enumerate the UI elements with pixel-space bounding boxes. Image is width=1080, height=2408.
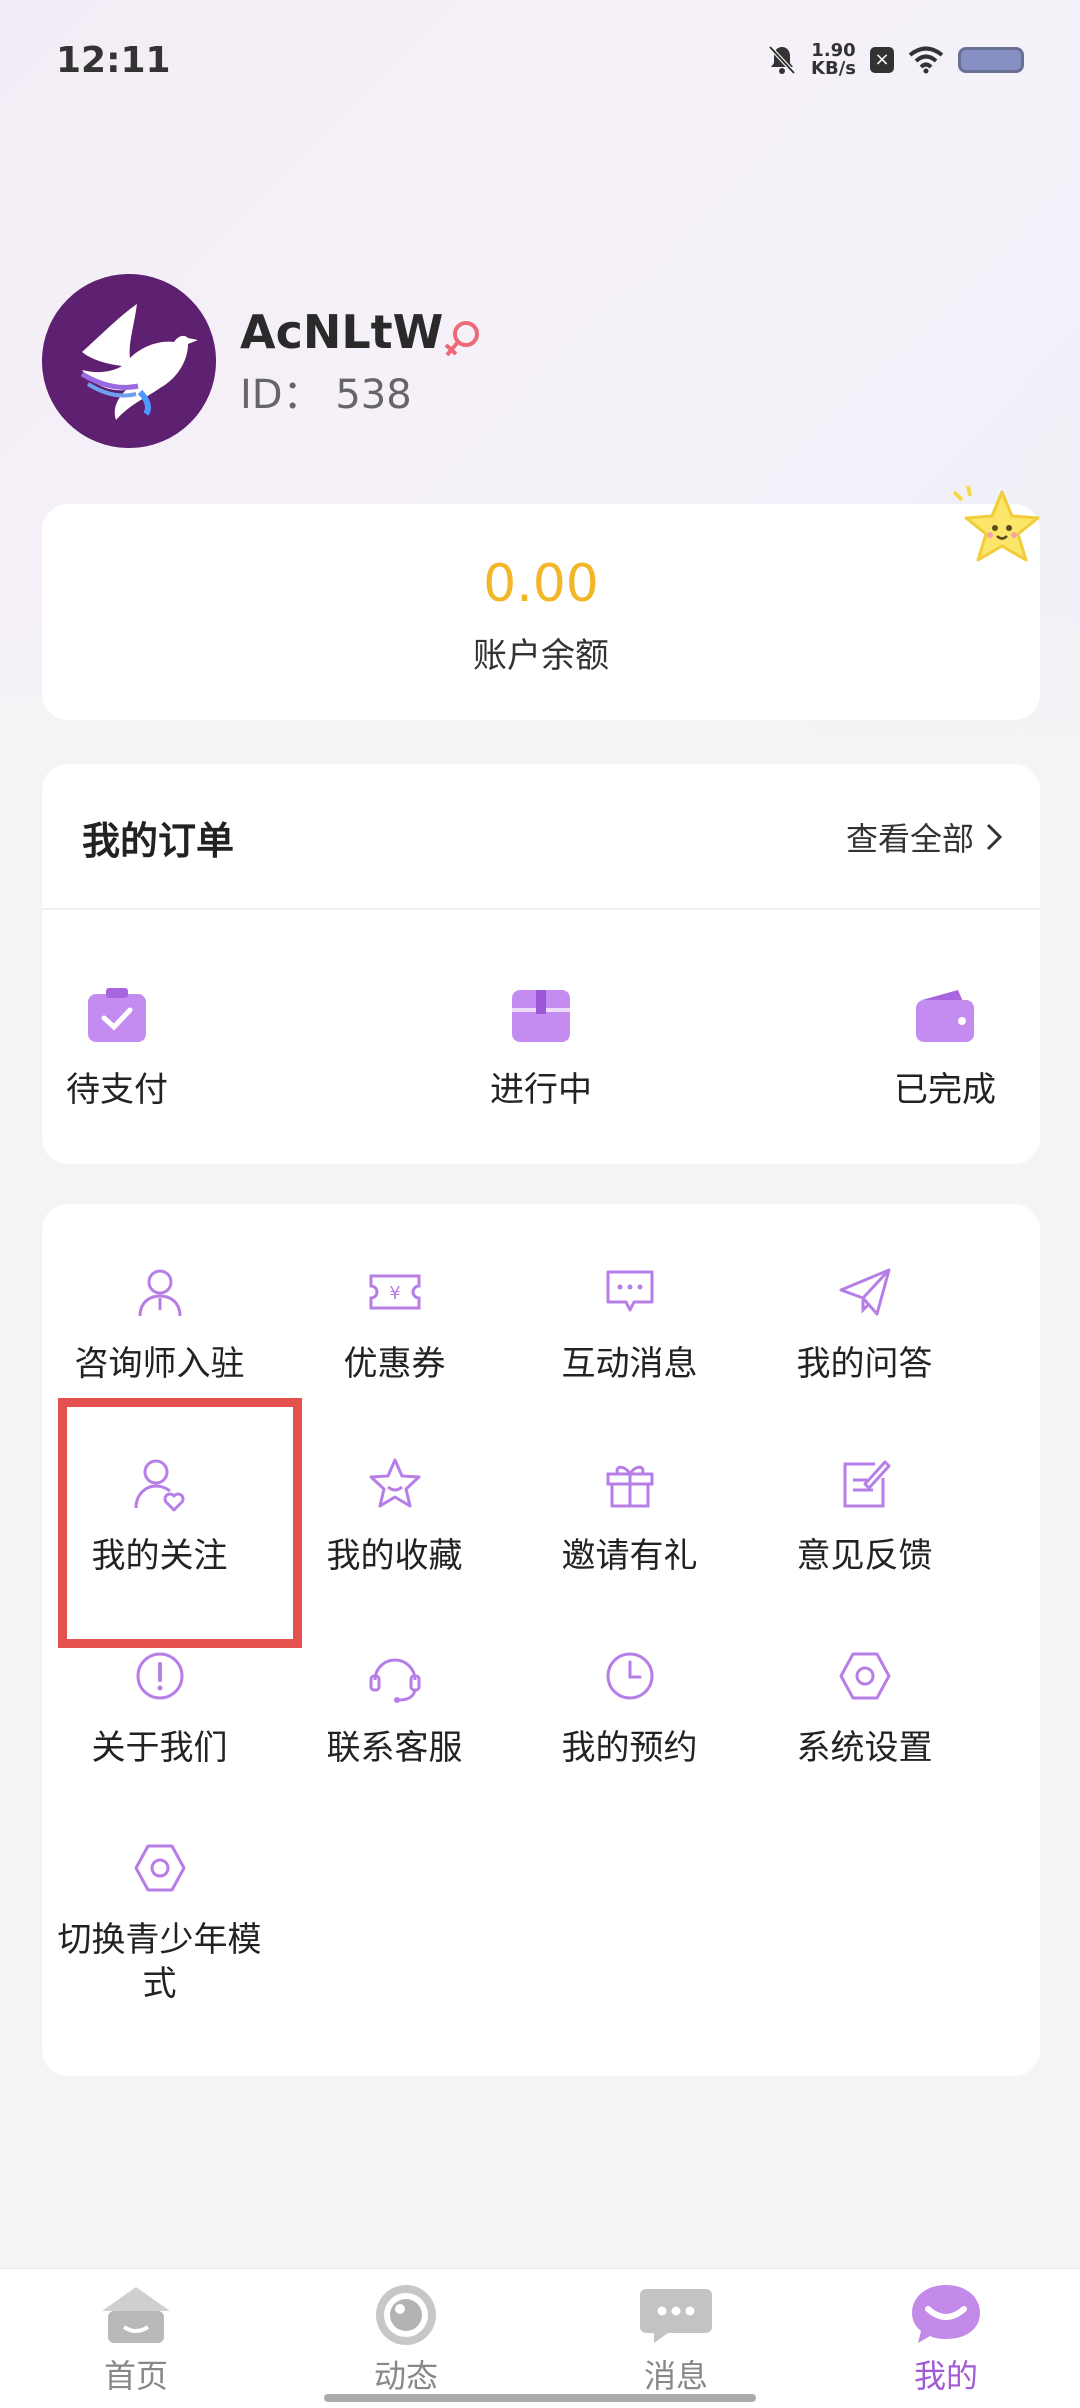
service-contact-support[interactable]: 联系客服 (277, 1646, 512, 1770)
nav-mine[interactable]: 我的 (856, 2283, 1036, 2397)
service-feedback[interactable]: 意见反馈 (747, 1454, 982, 1578)
service-label: 咨询师入驻 (74, 1344, 245, 1384)
service-label: 联系客服 (326, 1728, 463, 1768)
service-label: 我的预约 (561, 1728, 698, 1768)
nav-label: 消息 (643, 2357, 708, 2395)
service-label: 关于我们 (91, 1728, 228, 1768)
username: AcNLtW (240, 305, 444, 359)
order-item-label: 进行中 (490, 1070, 592, 1110)
service-my-qa[interactable]: 我的问答 (747, 1262, 982, 1386)
star-icon (369, 1458, 420, 1508)
star-mascot-icon (952, 485, 1040, 562)
sim-x-icon: × (870, 47, 894, 73)
home-indicator (324, 2394, 756, 2402)
service-label: 意见反馈 (796, 1536, 933, 1576)
view-all-label: 查看全部 (845, 820, 974, 858)
service-label: 我的问答 (796, 1344, 933, 1384)
user-id-value: 538 (335, 372, 412, 418)
service-youth-mode[interactable]: 切换青少年模式 (42, 1838, 277, 2006)
nav-label: 首页 (103, 2357, 168, 2395)
person-icon (138, 1269, 181, 1317)
balance-amount: 0.00 (483, 554, 599, 614)
youth-mode-hex-icon (134, 1844, 185, 1892)
balance-label: 账户余额 (473, 636, 609, 676)
nav-label: 我的 (913, 2357, 978, 2395)
network-speed: 1.90 KB/s (811, 42, 856, 78)
orders-title: 我的订单 (82, 819, 235, 863)
in-progress-icon (512, 990, 570, 1042)
highlight-annotation-box (58, 1398, 302, 1648)
order-completed[interactable]: 已完成 (870, 986, 1020, 1111)
home-icon (102, 2287, 170, 2343)
completed-wallet-icon (916, 990, 974, 1042)
service-label: 优惠券 (343, 1344, 446, 1384)
smile-bubble-icon (912, 2285, 980, 2343)
order-in-progress[interactable]: 进行中 (466, 986, 616, 1111)
view-all-orders-link[interactable]: 查看全部 (846, 814, 1004, 860)
service-label: 互动消息 (561, 1344, 698, 1384)
user-id: ID： 538 (240, 362, 412, 420)
service-my-favorites[interactable]: 我的收藏 (277, 1454, 512, 1578)
service-my-appointments[interactable]: 我的预约 (512, 1646, 747, 1770)
pending-payment-icon (88, 988, 146, 1042)
headset-icon (369, 1658, 420, 1703)
eye-icon (376, 2285, 436, 2345)
settings-hex-icon (839, 1652, 890, 1700)
info-icon (136, 1652, 183, 1700)
nav-home[interactable]: 首页 (46, 2283, 226, 2397)
wifi-icon (908, 46, 944, 74)
service-system-settings[interactable]: 系统设置 (747, 1646, 982, 1770)
service-consultant-join[interactable]: 咨询师入驻 (42, 1262, 277, 1386)
order-item-label: 已完成 (894, 1070, 996, 1110)
bottom-nav: 首页 动态 消息 我的 (0, 2268, 1080, 2408)
service-label: 我的收藏 (326, 1536, 463, 1576)
coupon-icon: ¥ (369, 1274, 420, 1310)
battery-icon (958, 47, 1024, 73)
paper-plane-icon (839, 1268, 890, 1316)
orders-card: 我的订单 查看全部 待支付 进行中 已完成 (42, 764, 1040, 1164)
chevron-right-icon (986, 823, 1003, 851)
user-id-label: ID： (240, 372, 323, 418)
nav-feed[interactable]: 动态 (316, 2283, 496, 2397)
mute-bell-icon (768, 45, 796, 75)
service-invite-gift[interactable]: 邀请有礼 (512, 1454, 747, 1578)
svg-text:¥: ¥ (389, 1283, 400, 1304)
gift-icon (606, 1465, 653, 1508)
female-gender-icon (444, 321, 479, 357)
chat-bubble-icon (640, 2289, 712, 2343)
status-icons: 1.90 KB/s × (767, 42, 1024, 78)
avatar[interactable] (42, 274, 216, 448)
order-pending-payment[interactable]: 待支付 (42, 986, 192, 1111)
orders-divider (42, 908, 1040, 910)
service-about-us[interactable]: 关于我们 (42, 1646, 277, 1770)
message-icon (606, 1270, 653, 1312)
balance-card[interactable]: 0.00 账户余额 (42, 504, 1040, 720)
nav-messages[interactable]: 消息 (586, 2283, 766, 2397)
status-bar: 12:11 1.90 KB/s × (0, 0, 1080, 120)
clock-icon (606, 1652, 653, 1700)
service-coupon[interactable]: ¥ 优惠券 (277, 1262, 512, 1386)
service-label: 邀请有礼 (561, 1536, 698, 1576)
edit-icon (843, 1460, 890, 1508)
status-time: 12:11 (56, 40, 171, 81)
service-label: 系统设置 (796, 1728, 933, 1768)
order-item-label: 待支付 (66, 1070, 168, 1110)
service-label: 切换青少年模式 (57, 1920, 262, 2004)
service-interactive-messages[interactable]: 互动消息 (512, 1262, 747, 1386)
network-speed-unit: KB/s (811, 58, 856, 79)
dove-logo (42, 274, 216, 448)
nav-label: 动态 (373, 2357, 438, 2395)
